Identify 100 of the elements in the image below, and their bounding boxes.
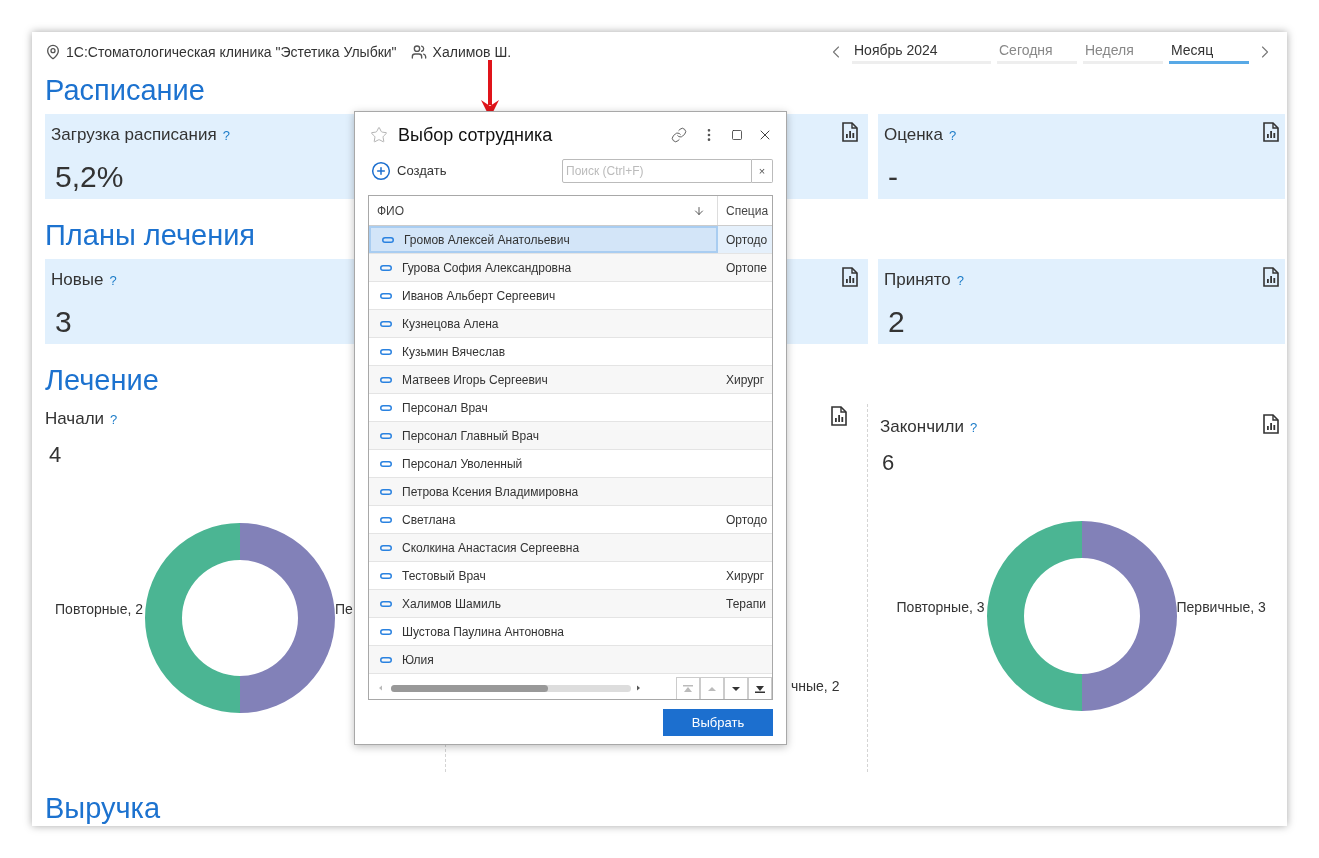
employee-name: Громов Алексей Анатольевич (404, 231, 570, 249)
item-icon (380, 320, 392, 327)
location-icon (45, 44, 61, 60)
report-icon[interactable] (842, 267, 858, 287)
metric-value: 6 (882, 448, 895, 477)
search-field[interactable]: Поиск (Ctrl+F) (562, 159, 752, 183)
specialty-text: Ортопе (726, 259, 767, 277)
slice-label: Пе (335, 600, 353, 619)
help-link[interactable]: ? (969, 418, 978, 438)
item-icon (380, 376, 392, 383)
report-icon[interactable] (1263, 122, 1279, 142)
create-button[interactable]: Создать (371, 161, 447, 181)
employee-name: Кузнецова Алена (402, 315, 499, 333)
report-icon[interactable] (1263, 267, 1279, 287)
column-title: ФИО (377, 202, 405, 220)
employee-name: Матвеев Игорь Сергеевич (402, 371, 548, 389)
table-row[interactable]: Матвеев Игорь Сергеевич Хирург (369, 366, 772, 394)
table-row[interactable]: Персонал Главный Врач (369, 422, 772, 450)
favorite-star-icon[interactable] (370, 126, 388, 144)
item-icon (380, 292, 392, 299)
specialty-text: Терапи (726, 595, 766, 613)
slice-label: чные, 2 (791, 678, 840, 694)
report-icon[interactable] (831, 406, 847, 426)
clear-search-button[interactable]: × (752, 159, 773, 183)
specialty-text: Ортодо (726, 231, 768, 249)
specialty-text: Хирург (726, 567, 765, 585)
caret-down-icon (731, 684, 741, 693)
employee-name: Персонал Главный Врач (402, 427, 539, 445)
item-icon (380, 460, 392, 467)
view-tab[interactable]: Месяц (1169, 40, 1249, 64)
item-icon (380, 572, 392, 579)
table-row[interactable]: Петрова Ксения Владимировна (369, 478, 772, 506)
table-row[interactable]: Сколкина Анастасия Сергеевна (369, 534, 772, 562)
section-heading: Планы лечения (45, 218, 256, 253)
employee-name: Персонал Уволенный (402, 455, 523, 473)
help-link[interactable]: ? (109, 271, 117, 291)
organization-name: 1С:Стоматологическая клиника "Эстетика Улыбки" (66, 42, 397, 62)
employee-name: Кузьмин Вячеслав (402, 343, 505, 361)
slice-label: Повторные, 2 (55, 600, 143, 619)
employee-name: Юлия (402, 651, 434, 669)
section-heading: Расписание (45, 73, 205, 108)
panel-title: Загрузка расписания (51, 124, 217, 146)
metric-value: 2 (888, 303, 905, 340)
specialty-text: Ортодо (726, 511, 768, 529)
employee-name: Иванов Альберт Сергеевич (402, 287, 556, 305)
employee-name: Тестовый Врач (402, 567, 486, 585)
employee-name: Персонал Врач (402, 399, 488, 417)
users-icon (410, 44, 427, 60)
select-button[interactable]: Выбрать (663, 709, 773, 736)
table-row[interactable]: Громов Алексей Анатольевич Ортодо (369, 226, 772, 254)
panel-title: Оценка (884, 124, 943, 146)
column-header[interactable]: ФИО (369, 196, 718, 225)
sort-arrow-icon (693, 204, 705, 217)
report-icon[interactable] (1263, 414, 1279, 434)
help-link[interactable]: ? (222, 126, 230, 146)
item-icon (380, 404, 392, 411)
item-icon (380, 348, 392, 355)
help-link[interactable]: ? (110, 410, 118, 430)
item-icon (380, 628, 392, 635)
table-row[interactable]: Юлия (369, 646, 772, 674)
item-icon (380, 544, 392, 551)
item-icon (380, 432, 392, 439)
scroll-nav-button[interactable] (748, 677, 772, 699)
maximize-icon[interactable] (731, 129, 743, 141)
item-icon (380, 516, 392, 523)
view-tab[interactable]: Сегодня (997, 40, 1077, 64)
help-link[interactable]: ? (948, 126, 957, 146)
employee-name: Шустова Паулина Антоновна (402, 623, 565, 641)
panel-title: Начали (45, 408, 105, 430)
panel-title: Принято (884, 269, 951, 291)
metric-value: - (888, 158, 898, 195)
employee-name: Сколкина Анастасия Сергеевна (402, 539, 580, 557)
caret-up-icon (707, 684, 717, 693)
item-icon (380, 656, 392, 663)
panel-title: Новые (51, 269, 104, 291)
help-link[interactable]: ? (956, 271, 965, 291)
link-icon[interactable] (671, 127, 687, 143)
employee-name: Светлана (402, 511, 456, 529)
caret-up-icon (683, 684, 693, 693)
item-icon (380, 264, 392, 271)
panel-title: Закончили (880, 416, 964, 438)
employee-name: Халимов Шамиль (402, 595, 501, 613)
view-tab[interactable]: Неделя (1083, 40, 1163, 64)
report-icon[interactable] (842, 122, 858, 142)
table-row[interactable]: Халимов Шамиль Терапи (369, 590, 772, 618)
add-icon (371, 161, 391, 181)
item-icon (380, 488, 392, 495)
metric-value: 4 (49, 440, 62, 469)
column-header[interactable]: Специа (718, 196, 772, 225)
user-name: Халимов Ш. (432, 42, 512, 62)
employee-name: Петрова Ксения Владимировна (402, 483, 579, 501)
period-field[interactable]: Ноябрь 2024 (852, 40, 991, 64)
item-icon (380, 600, 392, 607)
scroll-nav-button[interactable] (724, 677, 748, 699)
metric-value: 5,2% (55, 158, 124, 195)
table-row[interactable]: Гурова София Александровна Ортопе (369, 254, 772, 282)
section-heading: Лечение (45, 363, 159, 398)
item-icon (382, 236, 394, 243)
table-row[interactable]: Кузнецова Алена (369, 310, 772, 338)
section-heading: Выручка (45, 791, 161, 826)
